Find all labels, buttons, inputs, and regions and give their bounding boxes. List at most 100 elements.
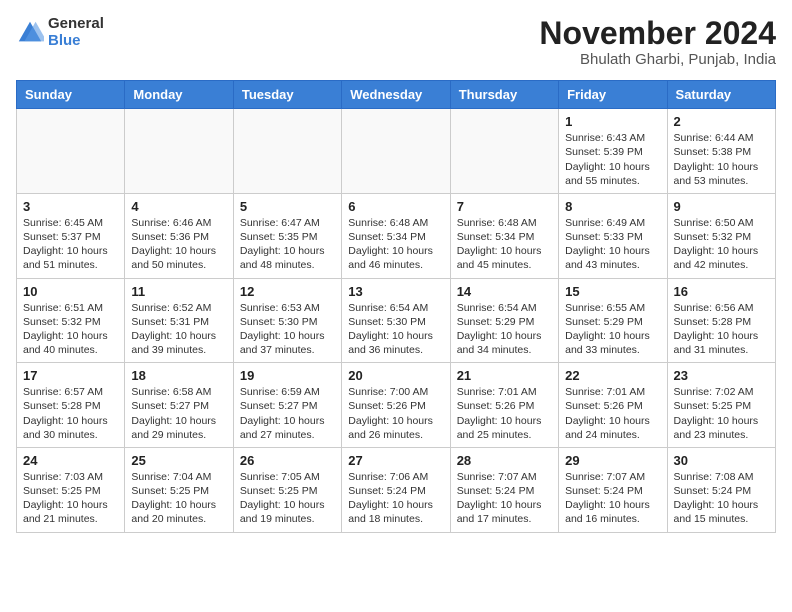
logo-blue-text: Blue: [48, 33, 104, 50]
day-info: Sunrise: 6:44 AMSunset: 5:38 PMDaylight:…: [674, 131, 769, 188]
day-info: Sunrise: 6:48 AMSunset: 5:34 PMDaylight:…: [348, 216, 443, 273]
day-info: Sunrise: 7:07 AMSunset: 5:24 PMDaylight:…: [457, 470, 552, 527]
calendar-cell: 5 Sunrise: 6:47 AMSunset: 5:35 PMDaylight…: [233, 193, 341, 278]
calendar-table: SundayMondayTuesdayWednesdayThursdayFrid…: [16, 80, 776, 532]
day-info: Sunrise: 6:48 AMSunset: 5:34 PMDaylight:…: [457, 216, 552, 273]
day-info: Sunrise: 7:00 AMSunset: 5:26 PMDaylight:…: [348, 385, 443, 442]
logo-text: General Blue: [48, 16, 104, 49]
calendar-cell: 4 Sunrise: 6:46 AMSunset: 5:36 PMDaylight…: [125, 193, 233, 278]
day-info: Sunrise: 6:50 AMSunset: 5:32 PMDaylight:…: [674, 216, 769, 273]
day-info: Sunrise: 7:01 AMSunset: 5:26 PMDaylight:…: [457, 385, 552, 442]
day-info: Sunrise: 6:56 AMSunset: 5:28 PMDaylight:…: [674, 301, 769, 358]
day-of-week-header: Saturday: [667, 81, 775, 109]
calendar-cell: 1Sunrise: 6:43 AMSunset: 5:39 PMDaylight…: [559, 109, 667, 194]
day-number: 11: [131, 284, 226, 299]
day-info: Sunrise: 6:53 AMSunset: 5:30 PMDaylight:…: [240, 301, 335, 358]
day-info: Sunrise: 7:01 AMSunset: 5:26 PMDaylight:…: [565, 385, 660, 442]
day-number: 24: [23, 453, 118, 468]
calendar-week-row: 10Sunrise: 6:51 AMSunset: 5:32 PMDayligh…: [17, 278, 776, 363]
day-info: Sunrise: 6:46 AMSunset: 5:36 PMDaylight:…: [131, 216, 226, 273]
day-number: 22: [565, 368, 660, 383]
day-number: 12: [240, 284, 335, 299]
calendar-cell: 26Sunrise: 7:05 AMSunset: 5:25 PMDayligh…: [233, 447, 341, 532]
calendar-cell: 2 Sunrise: 6:44 AMSunset: 5:38 PMDaylight…: [667, 109, 775, 194]
day-number: 1: [565, 114, 660, 129]
day-of-week-header: Tuesday: [233, 81, 341, 109]
day-number: 17: [23, 368, 118, 383]
day-number: 9: [674, 199, 769, 214]
calendar-cell: 23Sunrise: 7:02 AMSunset: 5:25 PMDayligh…: [667, 363, 775, 448]
day-info: Sunrise: 6:54 AMSunset: 5:30 PMDaylight:…: [348, 301, 443, 358]
calendar-cell: 24 Sunrise: 7:03 AMSunset: 5:25 PMDayligh…: [17, 447, 125, 532]
day-info: Sunrise: 7:07 AMSunset: 5:24 PMDaylight:…: [565, 470, 660, 527]
day-info: Sunrise: 7:04 AMSunset: 5:25 PMDaylight:…: [131, 470, 226, 527]
calendar-cell: 25Sunrise: 7:04 AMSunset: 5:25 PMDayligh…: [125, 447, 233, 532]
day-number: 13: [348, 284, 443, 299]
day-number: 19: [240, 368, 335, 383]
day-number: 18: [131, 368, 226, 383]
calendar-cell: 10Sunrise: 6:51 AMSunset: 5:32 PMDayligh…: [17, 278, 125, 363]
day-info: Sunrise: 6:49 AMSunset: 5:33 PMDaylight:…: [565, 216, 660, 273]
calendar-cell: 29 Sunrise: 7:07 AMSunset: 5:24 PMDayligh…: [559, 447, 667, 532]
day-number: 4: [131, 199, 226, 214]
logo-general-text: General: [48, 16, 104, 33]
day-info: Sunrise: 7:03 AMSunset: 5:25 PMDaylight:…: [23, 470, 118, 527]
day-info: Sunrise: 6:58 AMSunset: 5:27 PMDaylight:…: [131, 385, 226, 442]
calendar-cell: 18 Sunrise: 6:58 AMSunset: 5:27 PMDayligh…: [125, 363, 233, 448]
day-info: Sunrise: 7:06 AMSunset: 5:24 PMDaylight:…: [348, 470, 443, 527]
day-number: 7: [457, 199, 552, 214]
day-info: Sunrise: 6:47 AMSunset: 5:35 PMDaylight:…: [240, 216, 335, 273]
calendar-cell: 22 Sunrise: 7:01 AMSunset: 5:26 PMDayligh…: [559, 363, 667, 448]
calendar-cell: 9 Sunrise: 6:50 AMSunset: 5:32 PMDaylight…: [667, 193, 775, 278]
calendar-cell: 8 Sunrise: 6:49 AMSunset: 5:33 PMDaylight…: [559, 193, 667, 278]
day-info: Sunrise: 6:55 AMSunset: 5:29 PMDaylight:…: [565, 301, 660, 358]
calendar-cell: [450, 109, 558, 194]
day-number: 5: [240, 199, 335, 214]
day-info: Sunrise: 6:52 AMSunset: 5:31 PMDaylight:…: [131, 301, 226, 358]
day-number: 30: [674, 453, 769, 468]
calendar-cell: 11 Sunrise: 6:52 AMSunset: 5:31 PMDayligh…: [125, 278, 233, 363]
calendar-cell: 7 Sunrise: 6:48 AMSunset: 5:34 PMDaylight…: [450, 193, 558, 278]
day-number: 28: [457, 453, 552, 468]
day-of-week-header: Wednesday: [342, 81, 450, 109]
day-info: Sunrise: 6:57 AMSunset: 5:28 PMDaylight:…: [23, 385, 118, 442]
day-info: Sunrise: 6:45 AMSunset: 5:37 PMDaylight:…: [23, 216, 118, 273]
title-block: November 2024 Bhulath Gharbi, Punjab, In…: [539, 16, 776, 68]
day-info: Sunrise: 7:05 AMSunset: 5:25 PMDaylight:…: [240, 470, 335, 527]
day-of-week-header: Friday: [559, 81, 667, 109]
calendar-cell: 15 Sunrise: 6:55 AMSunset: 5:29 PMDayligh…: [559, 278, 667, 363]
day-number: 8: [565, 199, 660, 214]
day-info: Sunrise: 7:02 AMSunset: 5:25 PMDaylight:…: [674, 385, 769, 442]
calendar-week-row: 3Sunrise: 6:45 AMSunset: 5:37 PMDaylight…: [17, 193, 776, 278]
calendar-week-row: 1Sunrise: 6:43 AMSunset: 5:39 PMDaylight…: [17, 109, 776, 194]
calendar-cell: [125, 109, 233, 194]
calendar-week-row: 17 Sunrise: 6:57 AMSunset: 5:28 PMDayligh…: [17, 363, 776, 448]
calendar-cell: [17, 109, 125, 194]
day-number: 27: [348, 453, 443, 468]
calendar-cell: 6 Sunrise: 6:48 AMSunset: 5:34 PMDaylight…: [342, 193, 450, 278]
calendar-cell: 27 Sunrise: 7:06 AMSunset: 5:24 PMDayligh…: [342, 447, 450, 532]
calendar-cell: 12 Sunrise: 6:53 AMSunset: 5:30 PMDayligh…: [233, 278, 341, 363]
day-number: 2: [674, 114, 769, 129]
day-number: 16: [674, 284, 769, 299]
calendar-week-row: 24 Sunrise: 7:03 AMSunset: 5:25 PMDayligh…: [17, 447, 776, 532]
day-number: 29: [565, 453, 660, 468]
calendar-cell: 3Sunrise: 6:45 AMSunset: 5:37 PMDaylight…: [17, 193, 125, 278]
day-info: Sunrise: 7:08 AMSunset: 5:24 PMDaylight:…: [674, 470, 769, 527]
page-header: General Blue November 2024 Bhulath Gharb…: [16, 16, 776, 68]
day-number: 6: [348, 199, 443, 214]
month-title: November 2024: [539, 16, 776, 51]
day-info: Sunrise: 6:51 AMSunset: 5:32 PMDaylight:…: [23, 301, 118, 358]
calendar-cell: 14Sunrise: 6:54 AMSunset: 5:29 PMDayligh…: [450, 278, 558, 363]
calendar-header-row: SundayMondayTuesdayWednesdayThursdayFrid…: [17, 81, 776, 109]
day-info: Sunrise: 6:59 AMSunset: 5:27 PMDaylight:…: [240, 385, 335, 442]
day-number: 21: [457, 368, 552, 383]
location-subtitle: Bhulath Gharbi, Punjab, India: [539, 51, 776, 68]
day-number: 15: [565, 284, 660, 299]
day-of-week-header: Sunday: [17, 81, 125, 109]
day-info: Sunrise: 6:54 AMSunset: 5:29 PMDaylight:…: [457, 301, 552, 358]
day-number: 20: [348, 368, 443, 383]
calendar-cell: 17 Sunrise: 6:57 AMSunset: 5:28 PMDayligh…: [17, 363, 125, 448]
calendar-cell: 16 Sunrise: 6:56 AMSunset: 5:28 PMDayligh…: [667, 278, 775, 363]
day-of-week-header: Thursday: [450, 81, 558, 109]
